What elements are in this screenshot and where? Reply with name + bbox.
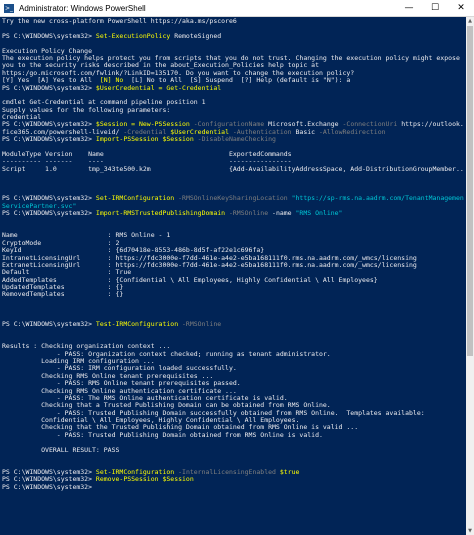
console-line: PS C:\WINDOWS\system32> Import-RMSTruste… <box>2 209 464 218</box>
console-text-segment: Try the new cross-platform PowerShell ht… <box>2 18 237 25</box>
console-line: PS C:\WINDOWS\system32> $UserCredential … <box>2 83 464 92</box>
console-text-segment: Set-IRMConfiguration <box>95 194 175 203</box>
console-text-segment: Basic <box>295 127 316 136</box>
console-text-segment: Import-PSSession $Session <box>95 135 194 144</box>
console-text-segment: https://outlook.of <box>401 120 464 129</box>
powershell-icon: >_ <box>4 3 14 13</box>
console-text-segment: PS C:\WINDOWS\system32> <box>2 135 96 144</box>
console-text-segment: PS C:\WINDOWS\system32> <box>2 320 96 329</box>
scroll-down-arrow-icon[interactable]: ▼ <box>466 527 474 535</box>
console-text-segment: -AllowRedirection <box>315 127 386 136</box>
console-text-segment: "RMS Online" <box>295 209 343 218</box>
window-title: Administrator: Windows PowerShell <box>19 3 146 13</box>
console-text-segment: PS C:\WINDOWS\system32> <box>2 209 96 218</box>
console-text-segment: OVERALL RESULT: PASS <box>2 445 120 454</box>
console-text-segment: PS C:\WINDOWS\system32> <box>2 482 93 491</box>
console-text-segment: -RMSOnlineKeySharingLocation <box>174 194 292 203</box>
console-line: RemovedTemplates : {} <box>2 291 464 298</box>
console-text-segment: -DisableNameChecking <box>193 135 276 144</box>
console-output[interactable]: Try the new cross-platform PowerShell ht… <box>2 18 464 535</box>
console-text-segment: -RMSOnline <box>178 320 222 329</box>
console-text-segment: $UserCredential = Get-Credential <box>95 83 222 92</box>
console-line: OVERALL RESULT: PASS <box>2 445 464 454</box>
console-line: PS C:\WINDOWS\system32> <box>2 482 464 491</box>
console-text-segment: PS C:\WINDOWS\system32> <box>2 83 96 92</box>
console-line: Script 1.0 tmp_343te500.k2m {Add-Availab… <box>2 164 464 173</box>
console-text-segment: Remove-PSSession $Session <box>95 475 194 484</box>
console-line: PS C:\WINDOWS\system32> Test-IRMConfigur… <box>2 320 464 329</box>
console-text-segment: "https://sp-rms.na.aadrm.com/TenantManag… <box>291 194 464 203</box>
close-button[interactable]: ✕ <box>448 0 474 16</box>
console-text-segment: Script 1.0 tmp_343te500.k2m {Add-Availab… <box>2 164 464 173</box>
console-line: Try the new cross-platform PowerShell ht… <box>2 18 464 25</box>
console-line: PS C:\WINDOWS\system32> Set-ExecutionPol… <box>2 31 464 40</box>
console-line: - PASS: Trusted Publishing Domain obtain… <box>2 430 464 439</box>
scroll-up-arrow-icon[interactable]: ▲ <box>466 17 474 25</box>
console-text-segment: Test-IRMConfiguration <box>95 320 179 329</box>
console-line: PS C:\WINDOWS\system32> Import-PSSession… <box>2 136 464 143</box>
console-text-segment: RemoteSigned <box>170 31 222 40</box>
console-text-segment: -RMSOnline <box>225 209 273 218</box>
console-text-segment: Import-RMSTrustedPublishingDomain <box>95 209 226 218</box>
maximize-button[interactable]: ☐ <box>422 0 448 16</box>
console-text-segment: PS C:\WINDOWS\system32> <box>2 31 96 40</box>
vertical-scrollbar[interactable]: ▲ ▼ <box>466 17 474 535</box>
console-text-segment: -name <box>272 209 296 218</box>
scrollbar-thumb[interactable] <box>467 26 473 356</box>
console-text-segment: - PASS: Trusted Publishing Domain obtain… <box>2 430 323 439</box>
minimize-button[interactable]: — <box>396 0 422 16</box>
powershell-window: >_ Administrator: Windows PowerShell — ☐… <box>0 0 474 535</box>
title-bar[interactable]: >_ Administrator: Windows PowerShell — ☐… <box>0 0 474 17</box>
console-text-segment: $true <box>279 467 300 476</box>
console-line: Supply values for the following paramete… <box>2 106 464 114</box>
console-text-segment: Set-ExecutionPolicy <box>95 31 171 40</box>
console-text-segment: RemovedTemplates : {} <box>2 290 124 299</box>
